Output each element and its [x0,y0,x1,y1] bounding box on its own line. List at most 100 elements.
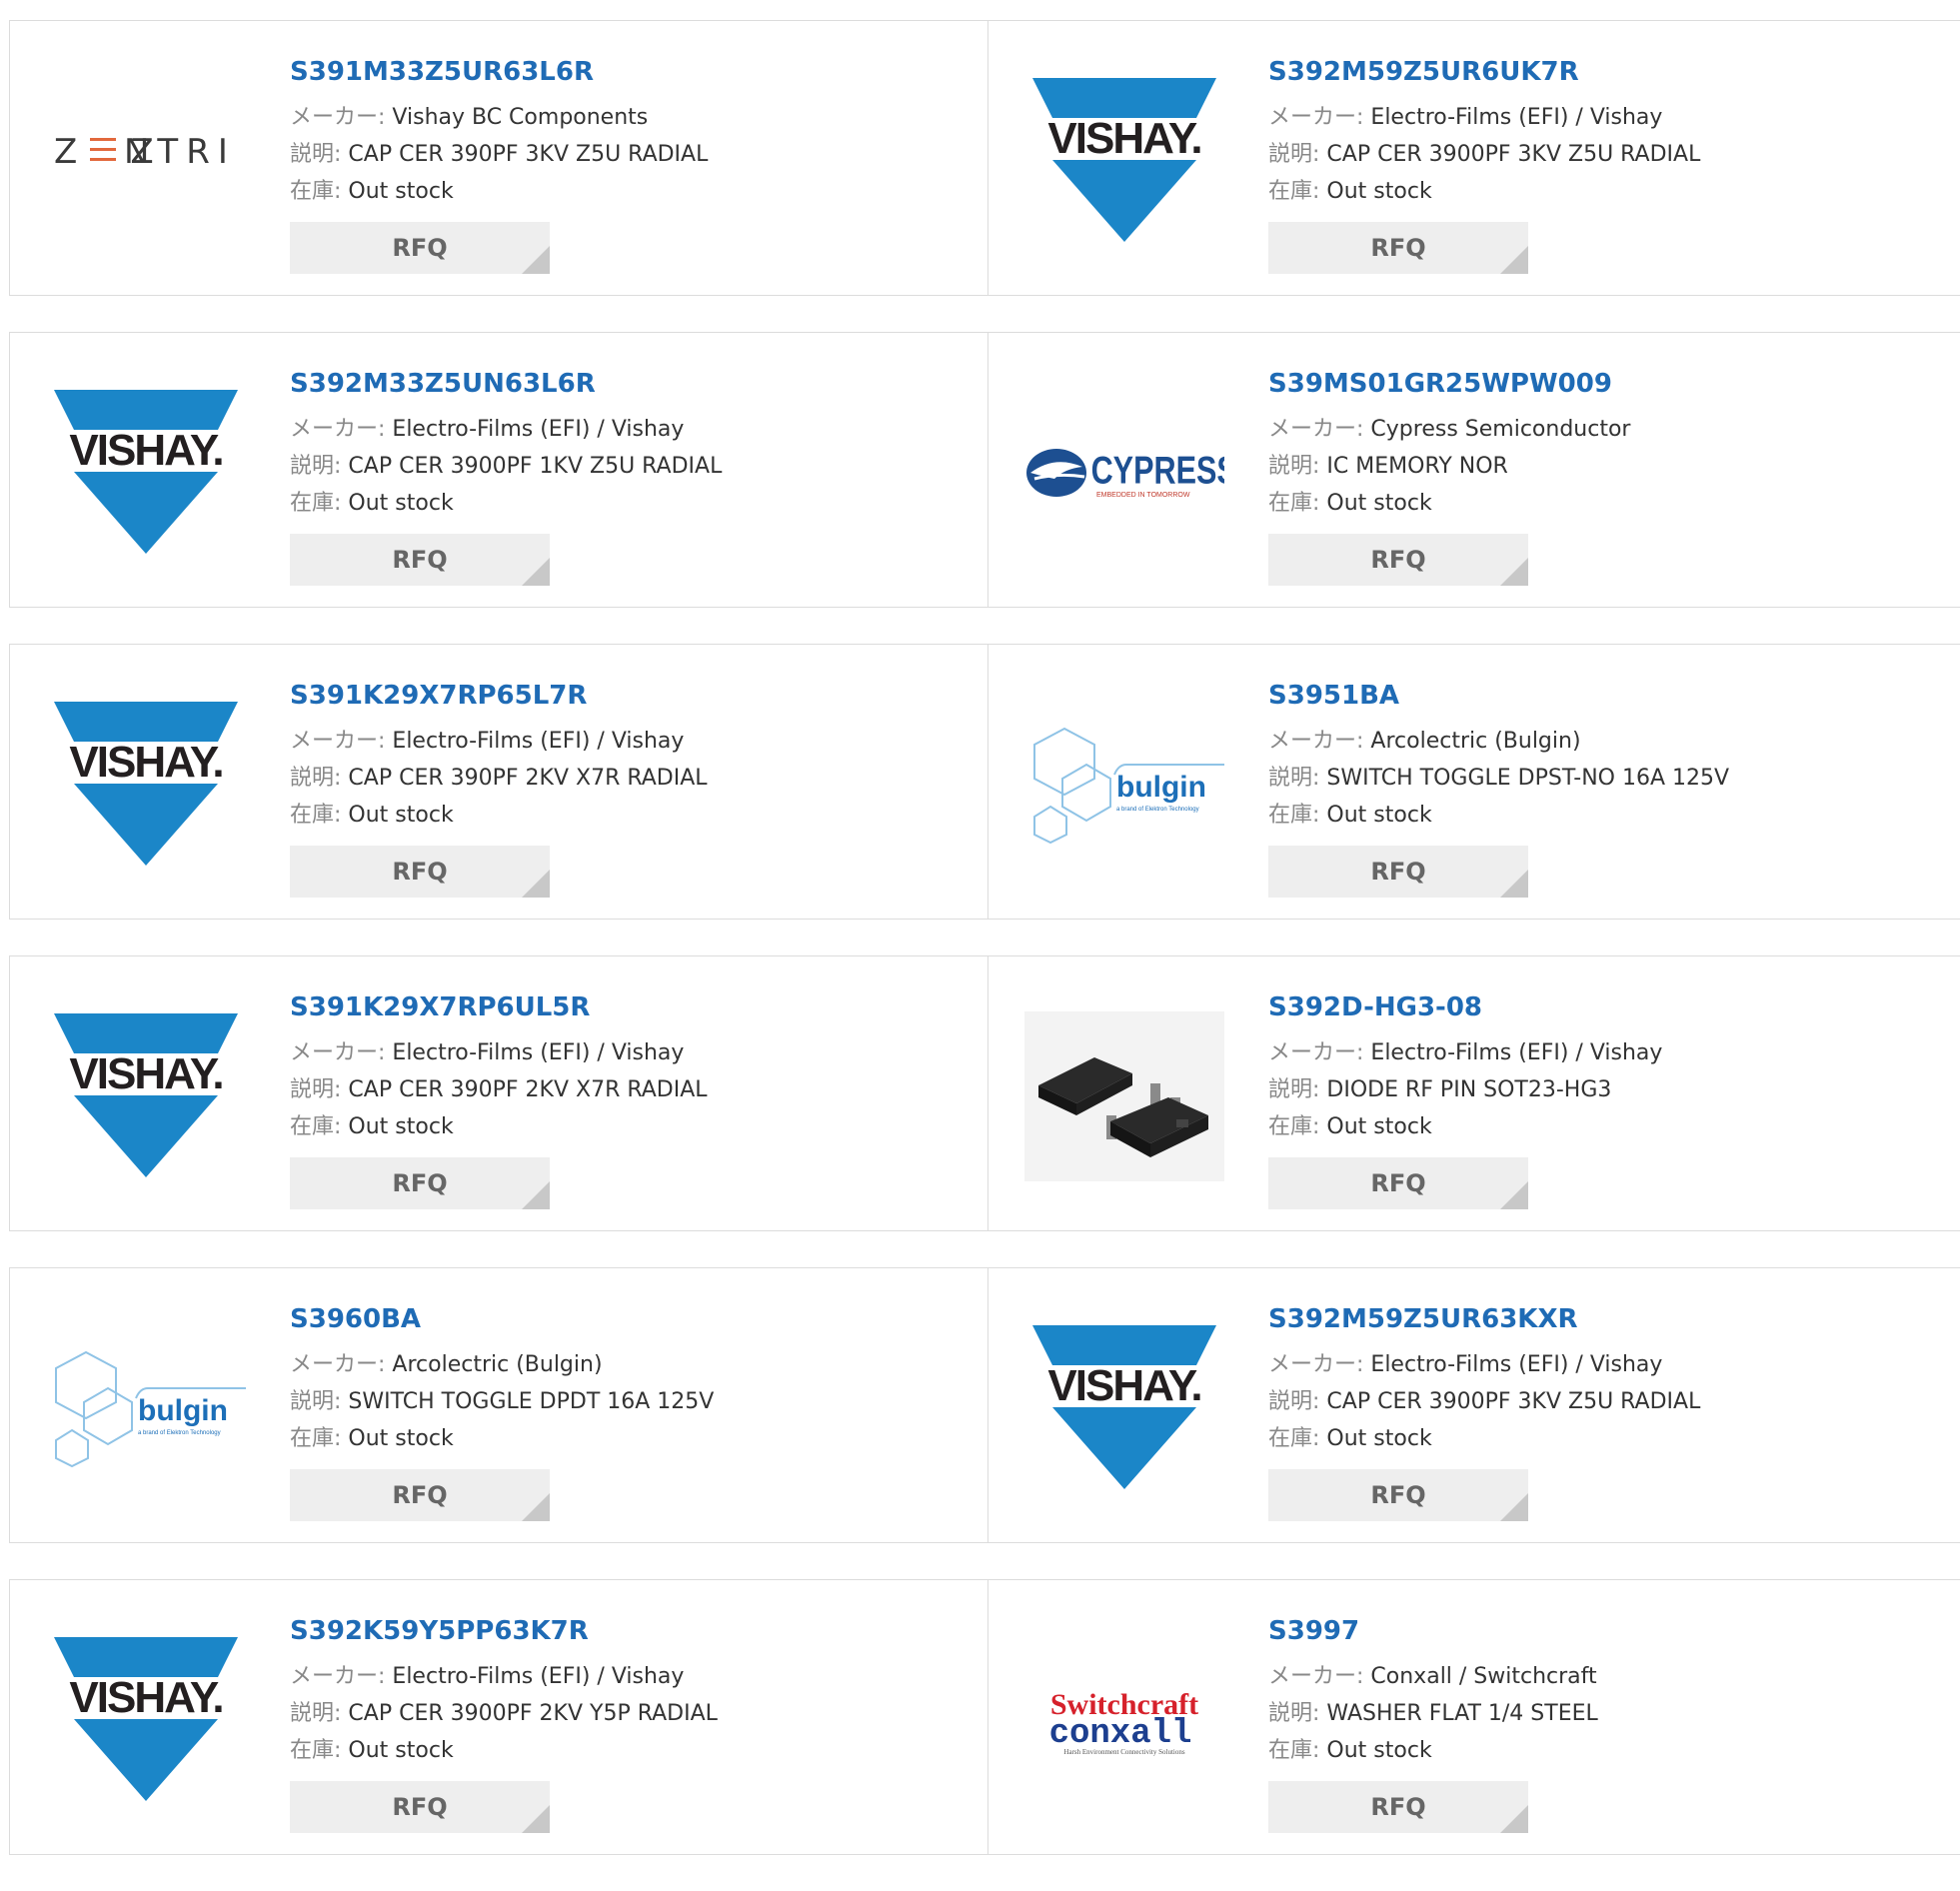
stock-value: Out stock [1326,1426,1432,1451]
maker-line: メーカー: Vishay BC Components [290,99,970,136]
product-row: VISHAY. S392M33Z5UN63L6R メーカー: Electro-F… [9,332,1960,608]
product-card: VISHAY. S392M59Z5UR6UK7R メーカー: Electro-F… [988,20,1960,296]
description-value: CAP CER 3900PF 3KV Z5U RADIAL [1326,1389,1701,1414]
svg-text:VISHAY.: VISHAY. [1047,114,1200,163]
maker-label: メーカー: [290,1040,386,1065]
maker-line: メーカー: Electro-Films (EFI) / Vishay [1268,99,1948,136]
stock-line: 在庫: Out stock [1268,1732,1948,1769]
stock-value: Out stock [1326,1738,1432,1763]
maker-label: メーカー: [1268,1352,1364,1377]
description-value: CAP CER 390PF 3KV Z5U RADIAL [348,142,709,167]
maker-value: Electro-Films (EFI) / Vishay [1370,1040,1663,1065]
part-number-link[interactable]: S391M33Z5UR63L6R [290,53,970,91]
product-card: bulgin a brand of Elektron Technology S3… [9,1267,988,1543]
description-value: CAP CER 390PF 2KV X7R RADIAL [348,766,708,791]
description-value: SWITCH TOGGLE DPDT 16A 125V [348,1389,715,1414]
rfq-button[interactable]: RFQ [1268,1781,1528,1833]
part-number-link[interactable]: S392D-HG3-08 [1268,988,1948,1026]
rfq-button[interactable]: RFQ [290,534,550,586]
rfq-button[interactable]: RFQ [1268,1157,1528,1209]
maker-value: Electro-Films (EFI) / Vishay [1370,105,1663,130]
rfq-button[interactable]: RFQ [290,1469,550,1521]
description-value: DIODE RF PIN SOT23-HG3 [1326,1077,1612,1102]
part-number-link[interactable]: S391K29X7RP65L7R [290,677,970,715]
part-number-link[interactable]: S392M59Z5UR6UK7R [1268,53,1948,91]
stock-label: 在庫: [1268,1738,1320,1763]
rfq-button[interactable]: RFQ [1268,1469,1528,1521]
rfq-label: RFQ [392,858,448,886]
rfq-label: RFQ [392,1793,448,1821]
rfq-button[interactable]: RFQ [290,846,550,898]
rfq-button[interactable]: RFQ [290,1781,550,1833]
maker-label: メーカー: [1268,105,1364,130]
svg-text:VISHAY.: VISHAY. [69,1049,222,1098]
maker-value: Electro-Films (EFI) / Vishay [392,729,685,754]
product-card: VISHAY. S392M33Z5UN63L6R メーカー: Electro-F… [9,332,988,608]
part-number-link[interactable]: S392M33Z5UN63L6R [290,365,970,403]
stock-line: 在庫: Out stock [290,485,970,522]
corner-triangle-icon [1500,246,1528,274]
product-row: VISHAY. S391K29X7RP65L7R メーカー: Electro-F… [9,644,1960,920]
rfq-button[interactable]: RFQ [290,1157,550,1209]
rfq-button[interactable]: RFQ [1268,222,1528,274]
vishay-logo: VISHAY. [1024,71,1224,251]
corner-triangle-icon [1500,1493,1528,1521]
stock-line: 在庫: Out stock [1268,1108,1948,1145]
stock-label: 在庫: [1268,1114,1320,1139]
description-value: CAP CER 3900PF 3KV Z5U RADIAL [1326,142,1701,167]
part-number-link[interactable]: S39MS01GR25WPW009 [1268,365,1948,403]
part-number-link[interactable]: S3960BA [290,1300,970,1338]
stock-label: 在庫: [1268,491,1320,516]
rfq-label: RFQ [1370,858,1426,886]
stock-label: 在庫: [290,1738,342,1763]
product-card: bulgin a brand of Elektron Technology S3… [988,644,1960,920]
product-card: VISHAY. S392K59Y5PP63K7R メーカー: Electro-F… [9,1579,988,1855]
product-info: S391K29X7RP65L7R メーカー: Electro-Films (EF… [290,677,970,898]
description-label: 説明: [1268,1389,1320,1414]
rfq-button[interactable]: RFQ [1268,534,1528,586]
rfq-button[interactable]: RFQ [290,222,550,274]
maker-value: Electro-Films (EFI) / Vishay [392,417,685,442]
sot23-package-image [1024,1006,1224,1186]
product-info: S392M33Z5UN63L6R メーカー: Electro-Films (EF… [290,365,970,586]
description-label: 説明: [290,766,342,791]
description-label: 説明: [1268,1077,1320,1102]
description-line: 説明: CAP CER 390PF 3KV Z5U RADIAL [290,136,970,173]
part-number-link[interactable]: S3951BA [1268,677,1948,715]
product-card: VISHAY. S391K29X7RP65L7R メーカー: Electro-F… [9,644,988,920]
description-label: 説明: [290,142,342,167]
stock-line: 在庫: Out stock [290,1108,970,1145]
vishay-logo: VISHAY. [46,695,246,875]
maker-value: Cypress Semiconductor [1370,417,1631,442]
rfq-label: RFQ [392,546,448,574]
part-number-link[interactable]: S3997 [1268,1612,1948,1650]
product-card: Switchcraft conxall Harsh Environment Co… [988,1579,1960,1855]
stock-label: 在庫: [290,1114,342,1139]
maker-label: メーカー: [290,1664,386,1689]
maker-label: メーカー: [1268,417,1364,442]
maker-line: メーカー: Electro-Films (EFI) / Vishay [290,1658,970,1695]
product-info: S3997 メーカー: Conxall / Switchcraft 説明: WA… [1268,1612,1948,1833]
part-number-link[interactable]: S392M59Z5UR63KXR [1268,1300,1948,1338]
description-value: CAP CER 3900PF 1KV Z5U RADIAL [348,454,723,479]
stock-value: Out stock [348,491,454,516]
stock-value: Out stock [348,1114,454,1139]
rfq-label: RFQ [1370,1481,1426,1509]
part-number-link[interactable]: S392K59Y5PP63K7R [290,1612,970,1650]
description-line: 説明: IC MEMORY NOR [1268,448,1948,485]
svg-text:NTRI: NTRI [124,132,236,172]
maker-line: メーカー: Electro-Films (EFI) / Vishay [1268,1034,1948,1071]
svg-text:bulgin: bulgin [1116,771,1206,804]
part-number-link[interactable]: S391K29X7RP6UL5R [290,988,970,1026]
maker-line: メーカー: Arcolectric (Bulgin) [290,1346,970,1383]
maker-value: Vishay BC Components [392,105,649,130]
stock-line: 在庫: Out stock [290,797,970,834]
rfq-button[interactable]: RFQ [1268,846,1528,898]
svg-text:VISHAY.: VISHAY. [69,738,222,787]
bulgin-logo: bulgin a brand of Elektron Technology [46,1318,246,1498]
description-label: 説明: [1268,454,1320,479]
corner-triangle-icon [522,870,550,898]
vishay-logo: VISHAY. [46,383,246,563]
maker-value: Arcolectric (Bulgin) [1370,729,1581,754]
corner-triangle-icon [522,1805,550,1833]
